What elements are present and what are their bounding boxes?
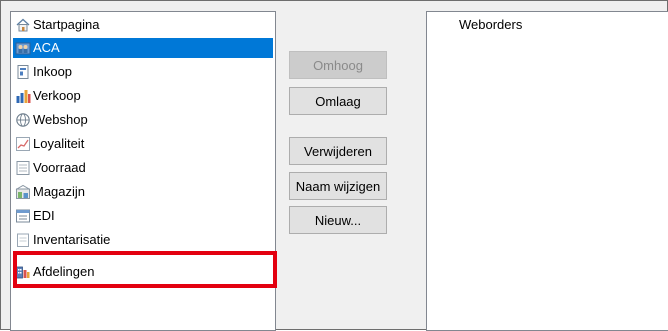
list-item-label: Startpagina	[33, 17, 100, 32]
list-item-weborders[interactable]: Weborders	[428, 14, 668, 34]
list-item-afdelingen[interactable]: Afdelingen	[13, 262, 273, 282]
list-item-label: Afdelingen	[33, 264, 95, 279]
move-up-button[interactable]: Omhoog	[289, 51, 387, 79]
home-icon	[15, 17, 31, 33]
edi-icon	[15, 208, 31, 224]
globe-icon	[15, 112, 31, 128]
tab-list[interactable]: Weborders	[426, 11, 668, 331]
line-chart-icon	[15, 136, 31, 152]
list-item-label: Magazijn	[33, 184, 86, 199]
move-down-button[interactable]: Omlaag	[289, 87, 387, 115]
list-item-inkoop[interactable]: Inkoop	[13, 62, 273, 82]
list-item-label: Webshop	[33, 112, 88, 127]
list-item-loyaliteit[interactable]: Loyaliteit	[13, 134, 273, 154]
list-item-aca[interactable]: ACA	[13, 38, 273, 58]
list-item-verkoop[interactable]: Verkoop	[13, 86, 273, 106]
list-item-label: EDI	[33, 208, 55, 223]
list-item-label: Inventarisatie	[33, 232, 111, 247]
list-item-label: Loyaliteit	[33, 136, 85, 151]
list-item-magazijn[interactable]: Magazijn	[13, 182, 273, 202]
rename-button[interactable]: Naam wijzigen	[289, 172, 387, 200]
delete-button[interactable]: Verwijderen	[289, 137, 387, 165]
warehouse-icon	[15, 184, 31, 200]
bar-chart-icon	[15, 88, 31, 104]
list-item-voorraad[interactable]: Voorraad	[13, 158, 273, 178]
people-icon	[15, 40, 31, 56]
list-item-label: Weborders	[459, 16, 523, 32]
document-icon	[15, 64, 31, 80]
list-item-label: Voorraad	[33, 160, 86, 175]
list-item-edi[interactable]: EDI	[13, 206, 273, 226]
clipboard-icon	[15, 232, 31, 248]
list-item-inventarisatie[interactable]: Inventarisatie	[13, 230, 273, 250]
list-item-label: Inkoop	[33, 64, 73, 79]
list-item-webshop[interactable]: Webshop	[13, 110, 273, 130]
settings-panel: Startpagina ACA Inkoop Verkoop Webshop L…	[0, 0, 668, 331]
new-button[interactable]: Nieuw...	[289, 206, 387, 234]
inventory-icon	[15, 160, 31, 176]
departments-icon	[15, 264, 31, 280]
list-item-label: ACA	[33, 40, 60, 55]
module-list[interactable]: Startpagina ACA Inkoop Verkoop Webshop L…	[10, 11, 276, 331]
list-item-label: Verkoop	[33, 88, 81, 103]
list-item-startpagina[interactable]: Startpagina	[13, 15, 273, 35]
